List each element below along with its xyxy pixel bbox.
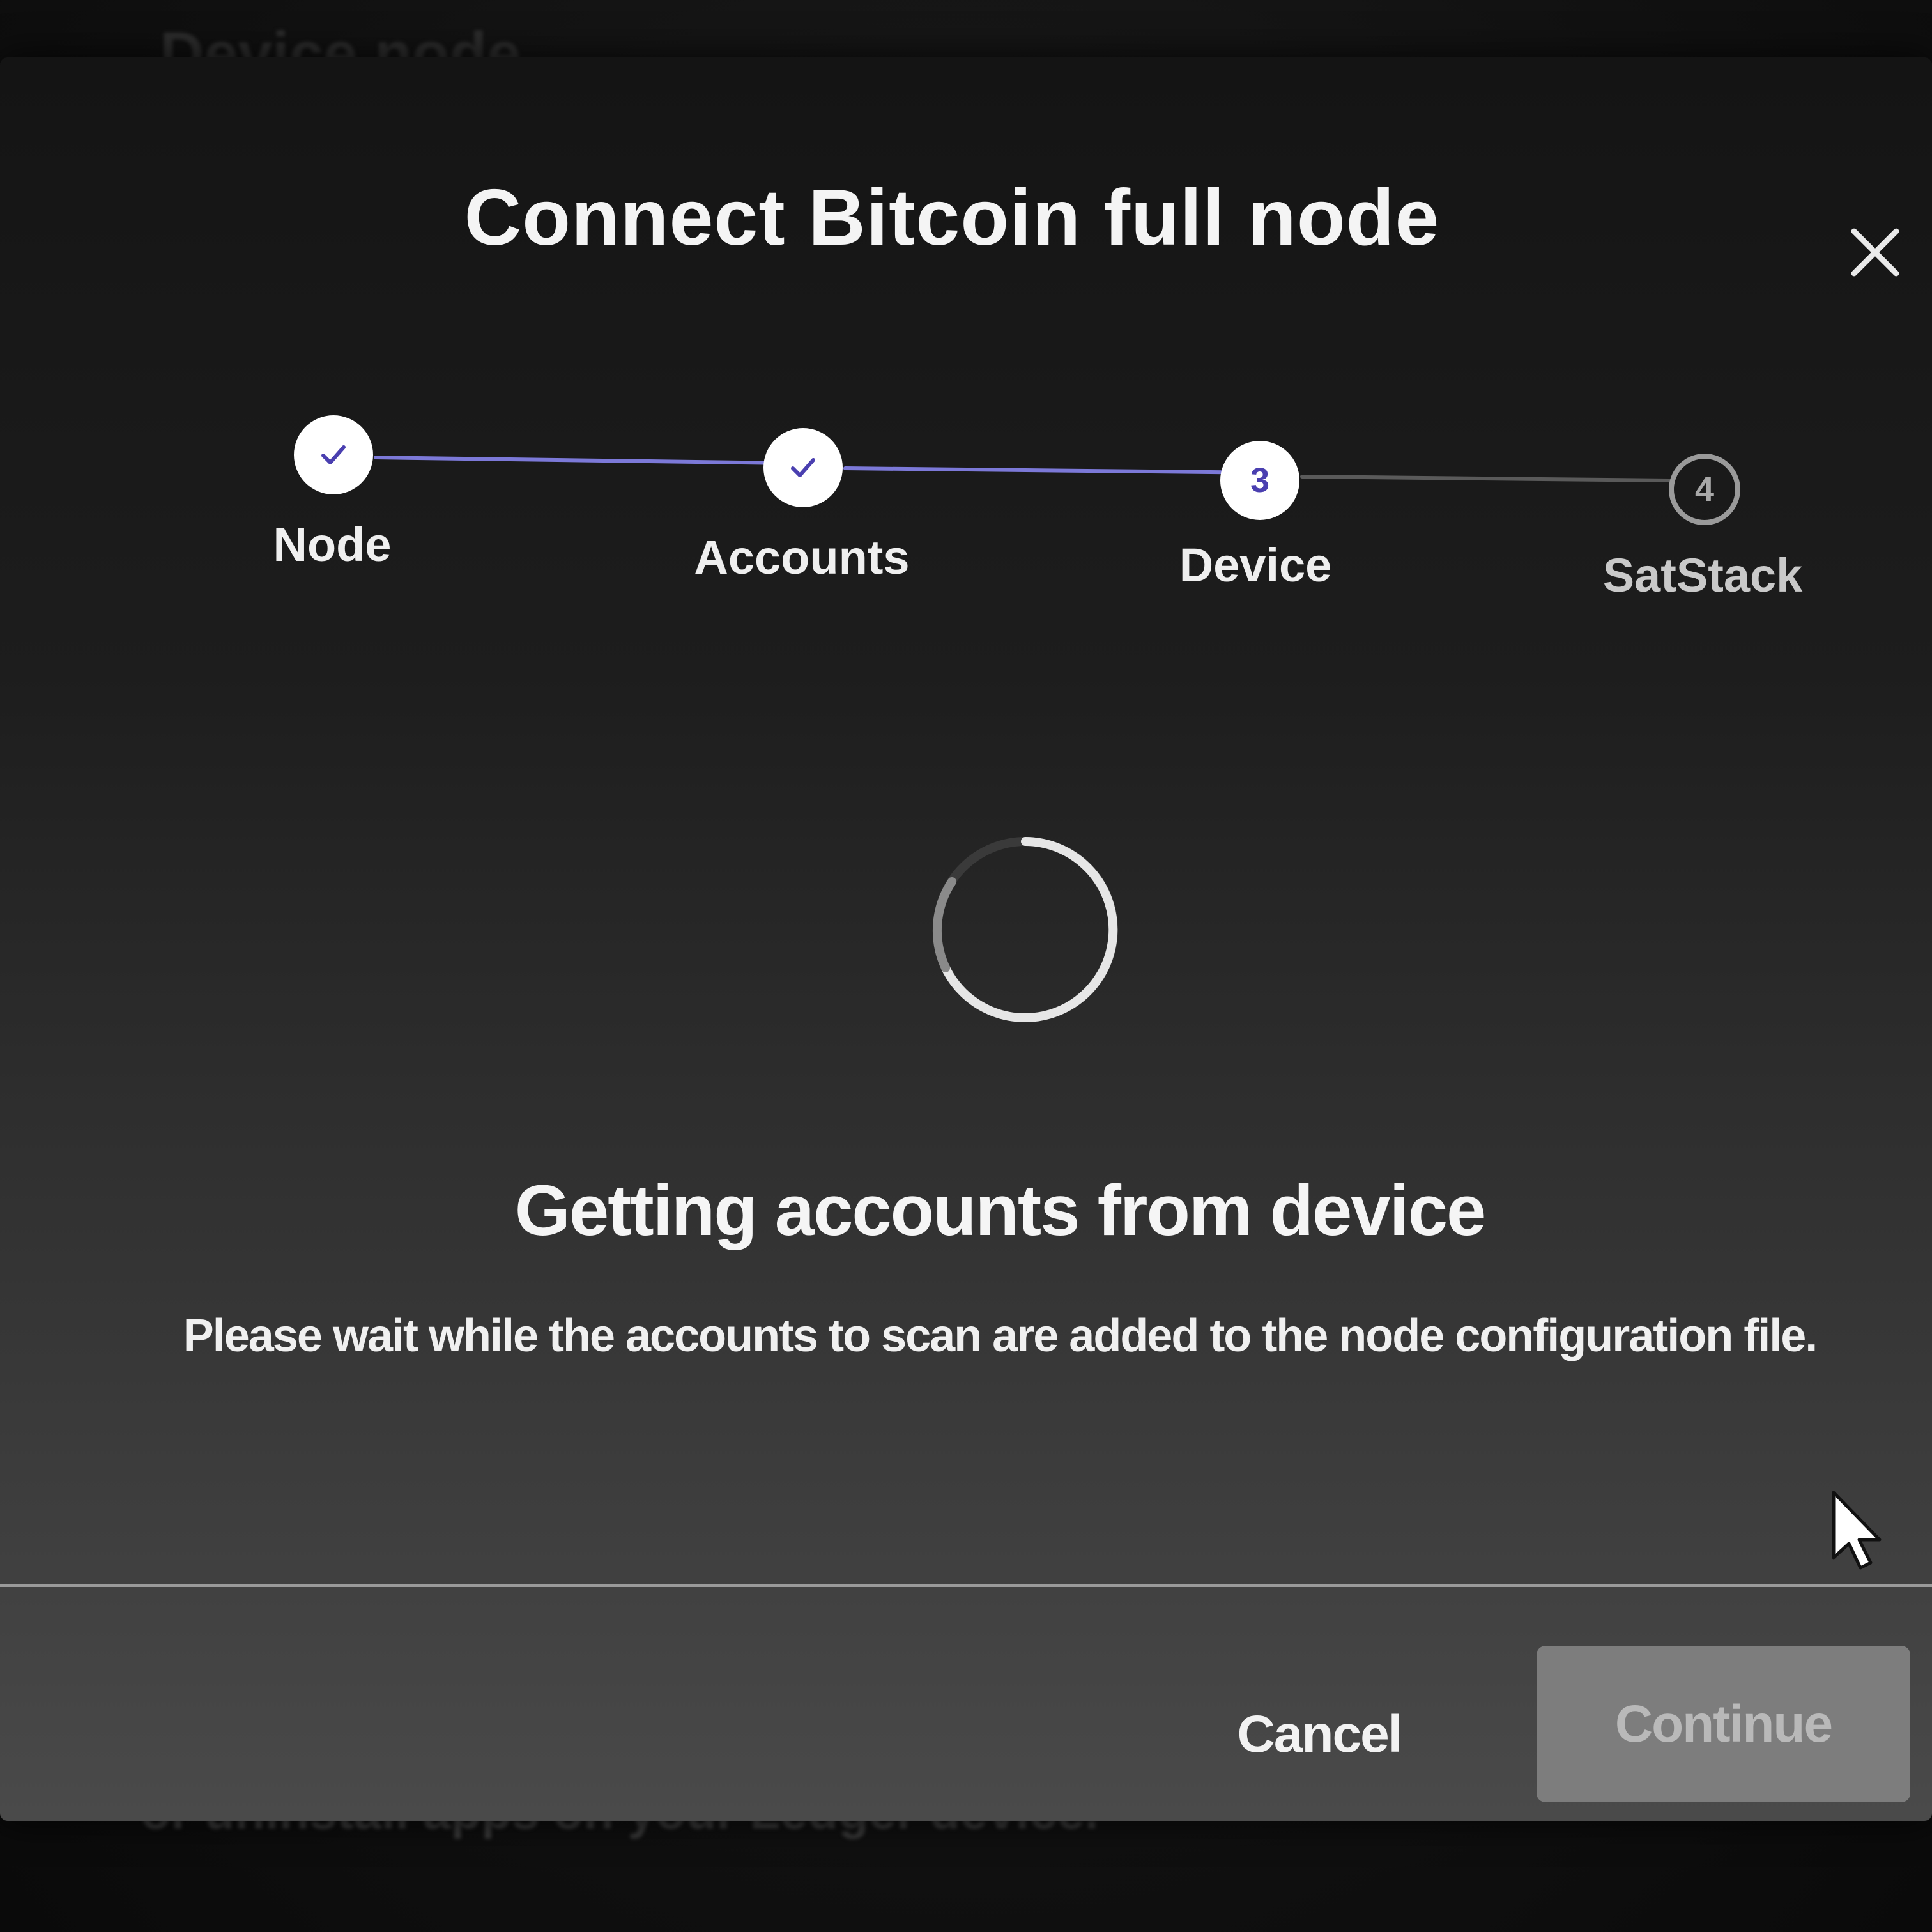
status-description: Please wait while the accounts to scan a… <box>183 1310 1818 1361</box>
step-connector <box>373 456 795 466</box>
step-label-node: Node <box>273 518 392 571</box>
step-connector <box>843 466 1252 475</box>
spinner-icon <box>932 837 1118 1022</box>
step-satstack-marker: 4 <box>1669 454 1740 525</box>
step-device-marker: 3 <box>1220 441 1300 520</box>
cancel-button[interactable]: Cancel <box>1201 1693 1438 1776</box>
footer-divider <box>0 1584 1932 1587</box>
step-accounts-check-icon <box>763 428 843 507</box>
connect-node-modal: Connect Bitcoin full node Node Accounts … <box>0 57 1932 1821</box>
continue-button[interactable]: Continue <box>1537 1646 1910 1802</box>
step-label-accounts: Accounts <box>694 531 910 584</box>
step-node-check-icon <box>294 415 373 494</box>
step-label-satstack: SatStack <box>1602 549 1803 602</box>
step-connector <box>1300 475 1671 483</box>
stepper: Node Accounts 3 Device 4 SatStack <box>0 57 1932 760</box>
mouse-pointer-icon <box>1832 1491 1882 1570</box>
status-title: Getting accounts from device <box>514 1170 1487 1250</box>
step-label-device: Device <box>1179 539 1332 592</box>
